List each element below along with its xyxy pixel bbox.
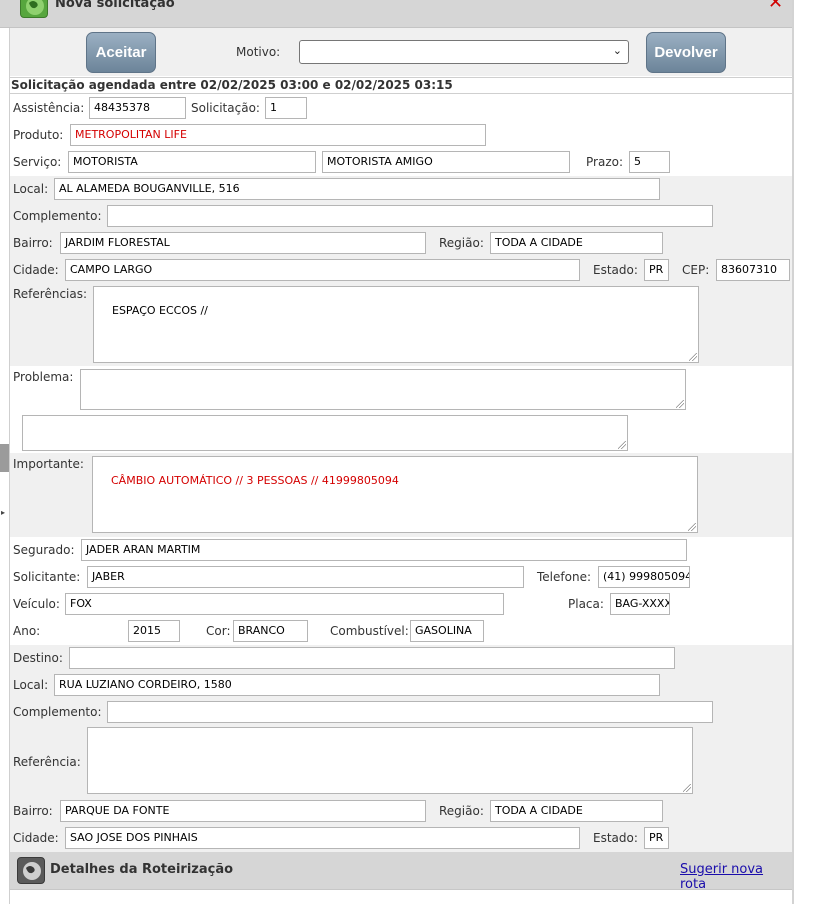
resize-grip-icon[interactable] — [618, 441, 626, 449]
assistance-field[interactable]: 48435378 — [89, 97, 186, 119]
dest-location-field[interactable]: RUA LUZIANO CORDEIRO, 1580 — [54, 674, 660, 696]
location-label: Local: — [13, 182, 49, 196]
zip-label: CEP: — [682, 263, 710, 277]
problem-extra-textarea[interactable] — [22, 415, 628, 451]
complement-label: Complemento: — [13, 209, 102, 223]
return-button[interactable]: Devolver — [646, 32, 726, 73]
resize-grip-icon[interactable] — [676, 400, 684, 408]
year-label: Ano: — [13, 624, 41, 638]
dest-region-label: Região: — [439, 804, 484, 818]
fuel-field[interactable]: GASOLINA — [410, 620, 484, 642]
chevron-down-icon: ⌄ — [612, 44, 622, 57]
vehicle-field[interactable]: FOX — [65, 593, 504, 615]
window-right-border — [792, 0, 794, 904]
dest-neighborhood-field[interactable]: PARQUE DA FONTE — [60, 800, 426, 822]
color-field[interactable]: BRANCO — [233, 620, 308, 642]
requester-field[interactable]: JABER — [87, 566, 524, 588]
color-label: Cor: — [206, 624, 231, 638]
plate-label: Placa: — [568, 597, 604, 611]
product-field[interactable]: METROPOLITAN LIFE — [70, 124, 486, 146]
product-label: Produto: — [13, 128, 64, 142]
city-label: Cidade: — [13, 263, 59, 277]
request-number-label: Solicitação: — [191, 101, 260, 115]
suggest-route-link[interactable]: Sugerir nova rota — [680, 862, 792, 892]
window-title: Nova solicitação — [55, 0, 175, 11]
references-textarea[interactable]: ESPAÇO ECCOS // — [93, 286, 699, 363]
zip-field[interactable]: 83607310 — [716, 259, 790, 281]
important-textarea[interactable]: CÂMBIO AUTOMÁTICO // 3 PESSOAS // 419998… — [92, 456, 698, 533]
side-arrow-icon[interactable]: ▸ — [1, 508, 5, 517]
title-bar: Nova solicitação ✕ — [0, 0, 792, 28]
complement-field[interactable] — [107, 205, 713, 227]
region-label: Região: — [439, 236, 484, 250]
dest-reference-textarea[interactable] — [87, 727, 693, 794]
dest-city-label: Cidade: — [13, 831, 59, 845]
globe-icon — [20, 0, 48, 18]
references-text: ESPAÇO ECCOS // — [112, 304, 208, 317]
side-collapse-tab[interactable] — [0, 444, 9, 472]
problem-label: Problema: — [13, 370, 74, 384]
globe-icon — [17, 857, 45, 884]
reason-select[interactable]: ⌄ — [299, 40, 629, 64]
dest-city-field[interactable]: SAO JOSE DOS PINHAIS — [65, 827, 580, 849]
resize-grip-icon[interactable] — [689, 353, 697, 361]
references-label: Referências: — [13, 287, 88, 301]
location-field[interactable]: AL ALAMEDA BOUGANVILLE, 516 — [54, 178, 660, 200]
city-field[interactable]: CAMPO LARGO — [65, 259, 580, 281]
reason-label: Motivo: — [236, 45, 281, 59]
schedule-text: Solicitação agendada entre 02/02/2025 03… — [11, 78, 453, 92]
dest-state-label: Estado: — [593, 831, 638, 845]
deadline-label: Prazo: — [586, 155, 623, 169]
accept-button[interactable]: Aceitar — [86, 32, 156, 73]
dest-complement-label: Complemento: — [13, 705, 102, 719]
destination-label: Destino: — [13, 651, 63, 665]
service-field[interactable]: MOTORISTA — [68, 151, 316, 173]
resize-grip-icon[interactable] — [683, 784, 691, 792]
fuel-label: Combustível: — [330, 624, 409, 638]
phone-label: Telefone: — [537, 570, 591, 584]
neighborhood-label: Bairro: — [13, 236, 53, 250]
insured-label: Segurado: — [13, 543, 75, 557]
plate-field[interactable]: BAG-XXXX — [610, 593, 670, 615]
close-icon[interactable]: ✕ — [768, 0, 783, 12]
important-label: Importante: — [13, 457, 84, 471]
state-label: Estado: — [593, 263, 638, 277]
dest-reference-label: Referência: — [13, 755, 81, 769]
dest-neighborhood-label: Bairro: — [13, 804, 53, 818]
new-request-window: Nova solicitação ✕ ▸ Aceitar Motivo: ⌄ D… — [0, 0, 835, 904]
phone-field[interactable]: (41) 999805094 — [598, 566, 690, 588]
year-field[interactable]: 2015 — [128, 620, 180, 642]
divider — [10, 93, 792, 94]
dest-location-label: Local: — [13, 678, 49, 692]
routing-details-title: Detalhes da Roteirização — [50, 862, 234, 877]
dest-region-field[interactable]: TODA A CIDADE — [490, 800, 663, 822]
problem-textarea[interactable] — [80, 369, 686, 410]
assistance-label: Assistência: — [13, 101, 85, 115]
requester-label: Solicitante: — [13, 570, 81, 584]
routing-details-panel — [10, 889, 792, 904]
region-field[interactable]: TODA A CIDADE — [490, 232, 663, 254]
routing-details-header: Detalhes da Roteirização Sugerir nova ro… — [10, 852, 792, 892]
neighborhood-field[interactable]: JARDIM FLORESTAL — [60, 232, 426, 254]
important-text: CÂMBIO AUTOMÁTICO // 3 PESSOAS // 419998… — [111, 474, 399, 487]
vehicle-label: Veículo: — [13, 597, 60, 611]
deadline-field[interactable]: 5 — [629, 151, 670, 173]
resize-grip-icon[interactable] — [688, 523, 696, 531]
dest-state-field[interactable]: PR — [644, 827, 669, 849]
request-number-field[interactable]: 1 — [265, 97, 307, 119]
destination-field[interactable] — [69, 647, 675, 669]
service-label: Serviço: — [13, 155, 62, 169]
dest-complement-field[interactable] — [107, 701, 713, 723]
service-detail-field[interactable]: MOTORISTA AMIGO — [322, 151, 570, 173]
insured-field[interactable]: JADER ARAN MARTIM — [81, 539, 687, 561]
state-field[interactable]: PR — [644, 259, 669, 281]
